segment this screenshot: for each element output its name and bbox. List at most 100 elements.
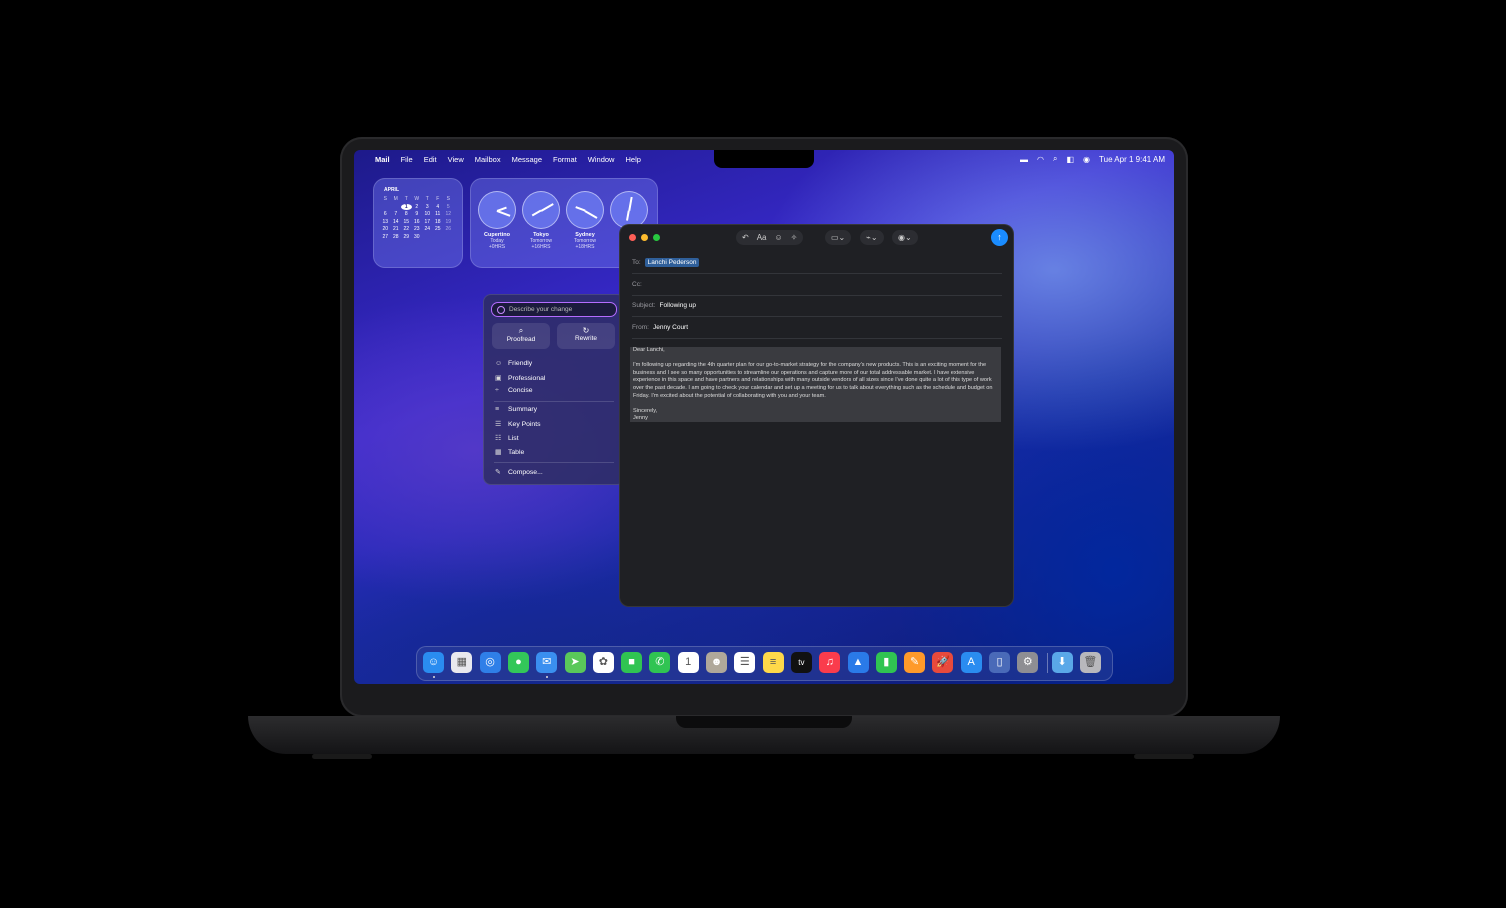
- magnifier-icon: ⌕: [518, 326, 524, 335]
- dock-messages-icon[interactable]: ●: [507, 652, 529, 673]
- dock-keynote-icon[interactable]: ▲: [847, 652, 869, 673]
- describe-change-input[interactable]: Describe your change: [491, 302, 617, 317]
- rewrite-button[interactable]: ↻ Rewrite: [557, 323, 615, 349]
- dock-maps-icon[interactable]: ➤: [564, 652, 586, 673]
- send-button[interactable]: ↑: [991, 229, 1008, 246]
- dock-system-settings-icon[interactable]: ⚙: [1017, 652, 1039, 673]
- dock-rocket-icon[interactable]: 🚀: [932, 652, 954, 673]
- from-field[interactable]: From: Jenny Court: [632, 317, 1002, 339]
- dock-calendar-icon[interactable]: 1: [677, 652, 699, 673]
- calendar-weekday: T: [404, 196, 408, 202]
- control-center-icon[interactable]: ◧: [1066, 155, 1074, 164]
- dock-reminders-icon[interactable]: ☰: [734, 652, 756, 673]
- calendar-day: 29: [403, 233, 410, 240]
- dock-trash-icon[interactable]: 🗑: [1079, 652, 1101, 673]
- key-points-option[interactable]: ☰ Key Points: [495, 420, 541, 429]
- menu-window[interactable]: Window: [588, 155, 615, 164]
- dock-iphone-mirroring-icon[interactable]: ▯: [989, 652, 1010, 673]
- key-points-label: Key Points: [508, 420, 541, 428]
- font-button[interactable]: Aa: [757, 233, 767, 242]
- subject-field[interactable]: Subject: Following up: [632, 295, 1002, 317]
- dock-contacts-icon[interactable]: ☻: [706, 652, 727, 673]
- writing-tools-icon[interactable]: ✧: [791, 233, 798, 242]
- calendar-day: 30: [413, 233, 420, 240]
- running-indicator: [433, 676, 435, 678]
- spotlight-search-icon[interactable]: ⌕: [1053, 154, 1057, 164]
- emoji-icon[interactable]: ☺: [775, 233, 783, 242]
- dock-safari-icon[interactable]: ◎: [479, 652, 501, 673]
- zoom-button[interactable]: [653, 234, 660, 241]
- professional-label: Professional: [508, 374, 546, 382]
- menu-app-name[interactable]: Mail: [375, 155, 390, 164]
- dock-music-icon[interactable]: ♫: [819, 652, 841, 673]
- to-field[interactable]: To: Lanchi Pederson: [632, 252, 1002, 274]
- more-button[interactable]: ◉⌄: [892, 230, 918, 245]
- calendar-day: 18: [434, 218, 441, 225]
- dock-finder-icon[interactable]: ☺: [423, 652, 444, 673]
- dock-app-store-icon[interactable]: A: [960, 652, 982, 673]
- calendar-day: 2: [415, 203, 419, 210]
- cc-field[interactable]: Cc:: [632, 274, 1002, 296]
- dock-downloads-icon[interactable]: ⬇: [1051, 652, 1073, 673]
- calendar-day: 9: [415, 211, 419, 217]
- dock-numbers-icon[interactable]: ▮: [875, 652, 897, 673]
- dock-tv-icon[interactable]: tv: [790, 652, 812, 673]
- pencil-icon: ✎: [495, 469, 501, 476]
- calendar-month: APRIL: [384, 187, 399, 193]
- menu-format[interactable]: Format: [553, 155, 577, 164]
- dock-photos-icon[interactable]: ✿: [592, 652, 614, 673]
- calendar-day: 27: [382, 233, 389, 240]
- rewrite-label: Rewrite: [574, 335, 598, 342]
- wifi-icon[interactable]: ◠: [1037, 155, 1044, 164]
- list-icon: ☷: [495, 435, 502, 442]
- calendar-day: 16: [413, 218, 420, 225]
- calendar-day: 8: [404, 211, 408, 217]
- rewrite-icon: ↻: [582, 326, 590, 335]
- dock-separator: [1046, 653, 1048, 673]
- from-label: From:: [632, 324, 649, 331]
- header-fields-button[interactable]: ▭⌄: [825, 230, 852, 245]
- professional-option[interactable]: ▣ Professional: [495, 374, 546, 383]
- menu-mailbox[interactable]: Mailbox: [475, 155, 501, 164]
- dock-facetime-icon[interactable]: ■: [621, 652, 643, 673]
- calendar-day: 12: [445, 211, 452, 217]
- table-icon: ▦: [495, 449, 502, 456]
- laptop-foot: [312, 754, 372, 759]
- battery-icon[interactable]: ▬: [1020, 155, 1028, 164]
- siri-icon[interactable]: ◉: [1083, 155, 1090, 164]
- attach-button[interactable]: ⌁⌄: [860, 230, 884, 245]
- dock-launchpad-icon[interactable]: ▦: [451, 652, 473, 673]
- menu-clock[interactable]: Tue Apr 1 9:41 AM: [1099, 155, 1165, 164]
- concise-option[interactable]: ÷ Concise: [495, 387, 533, 394]
- list-label: List: [508, 434, 519, 442]
- minimize-button[interactable]: [641, 234, 648, 241]
- friendly-option[interactable]: ☺ Friendly: [495, 360, 532, 367]
- dock-notes-icon[interactable]: ≡: [762, 652, 784, 673]
- calendar-day: 24: [424, 226, 431, 232]
- minute-hand: [540, 203, 554, 212]
- menu-help[interactable]: Help: [625, 155, 640, 164]
- dock-mail-icon[interactable]: ✉: [536, 652, 558, 673]
- table-option[interactable]: ▦ Table: [495, 448, 524, 457]
- menu-file[interactable]: File: [401, 155, 413, 164]
- clock-cupertino: Cupertino Today +0HRS: [477, 191, 517, 250]
- message-body[interactable]: Dear Lanchi, I'm following up regarding …: [630, 347, 1001, 422]
- close-button[interactable]: [629, 234, 636, 241]
- recipient-chip[interactable]: Lanchi Pederson: [644, 258, 700, 267]
- menu-message[interactable]: Message: [512, 155, 542, 164]
- summary-option[interactable]: ≡ Summary: [495, 406, 537, 413]
- calendar-day: 17: [424, 218, 431, 225]
- smile-icon: ☺: [495, 360, 503, 367]
- calendar-widget[interactable]: APRIL S M T W T F S 1 2 3 4 5 6 7 8 9 10 11 12 13 14 15 16 17 18…: [373, 178, 463, 268]
- menu-edit[interactable]: Edit: [424, 155, 437, 164]
- compose-option[interactable]: ✎ Compose...: [495, 468, 543, 477]
- dock-phone-icon[interactable]: ✆: [649, 652, 671, 673]
- dock-pages-icon[interactable]: ✎: [904, 652, 926, 673]
- menu-view[interactable]: View: [448, 155, 464, 164]
- undo-icon[interactable]: ↶: [742, 233, 749, 242]
- sparkle-ring-icon: [497, 305, 505, 314]
- clock-offset: +18HRS: [575, 244, 595, 250]
- concise-label: Concise: [508, 387, 533, 394]
- list-option[interactable]: ☷ List: [495, 434, 519, 443]
- proofread-button[interactable]: ⌕ Proofread: [492, 323, 550, 349]
